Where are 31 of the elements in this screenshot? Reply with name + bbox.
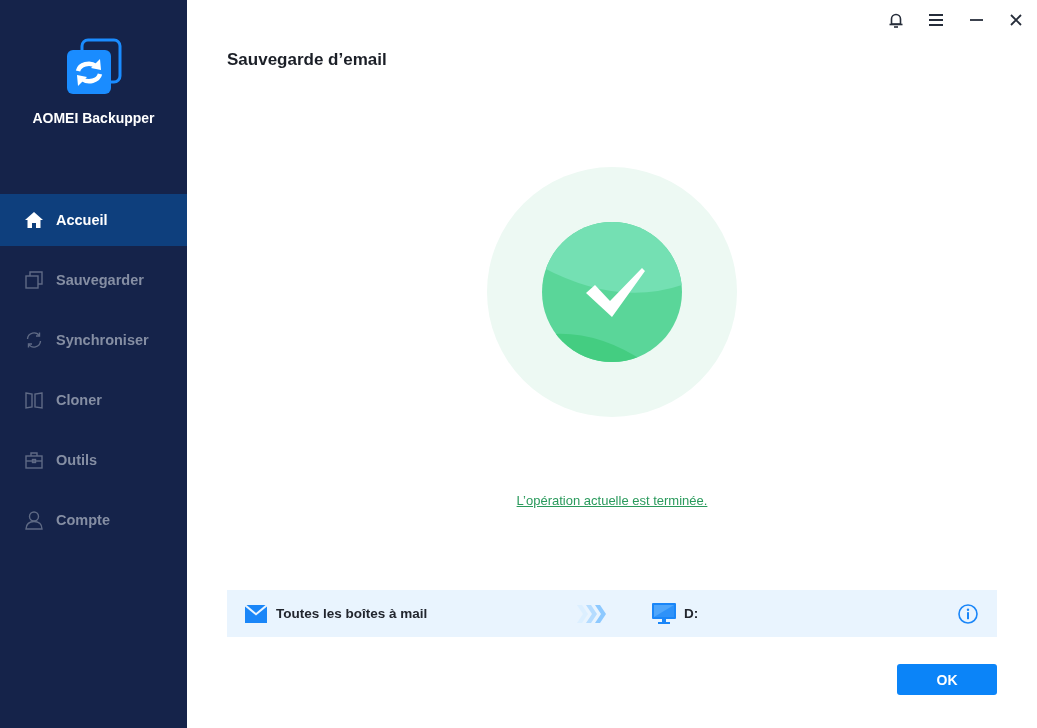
- sync-icon: [24, 330, 44, 350]
- close-button[interactable]: [1008, 12, 1024, 28]
- home-icon: [24, 210, 44, 230]
- envelope-icon: [245, 604, 267, 623]
- source-label: Toutes les boîtes à mail: [276, 606, 428, 621]
- app-logo-icon: [64, 38, 123, 96]
- close-icon: [1010, 14, 1022, 26]
- ok-button[interactable]: OK: [897, 664, 997, 695]
- app-name: AOMEI Backupper: [32, 109, 155, 127]
- chevrons-icon: [577, 604, 607, 623]
- info-icon[interactable]: [958, 603, 978, 624]
- sidebar-item[interactable]: Synchroniser: [0, 314, 187, 366]
- menu-button[interactable]: [928, 12, 944, 28]
- sidebar-item[interactable]: Accueil: [0, 194, 187, 246]
- destination-label: D:: [684, 606, 699, 621]
- notifications-button[interactable]: [888, 12, 904, 28]
- success-check-icon: [487, 167, 737, 417]
- person-icon: [24, 510, 44, 530]
- overlapping-squares-icon: [24, 270, 44, 290]
- two-panels-icon: [24, 390, 44, 410]
- page-title: Sauvegarde d’email: [227, 49, 387, 71]
- bell-icon: [889, 12, 903, 28]
- menu-icon: [929, 14, 943, 26]
- sidebar-item[interactable]: Sauvegarder: [0, 254, 187, 306]
- minimize-icon: [969, 19, 983, 21]
- toolbox-icon: [24, 450, 44, 470]
- monitor-icon: [652, 602, 676, 625]
- sidebar-item[interactable]: Outils: [0, 434, 187, 486]
- sidebar-item[interactable]: Compte: [0, 494, 187, 546]
- status-link[interactable]: L’opération actuelle est terminée.: [516, 493, 708, 509]
- sidebar-item[interactable]: Cloner: [0, 374, 187, 426]
